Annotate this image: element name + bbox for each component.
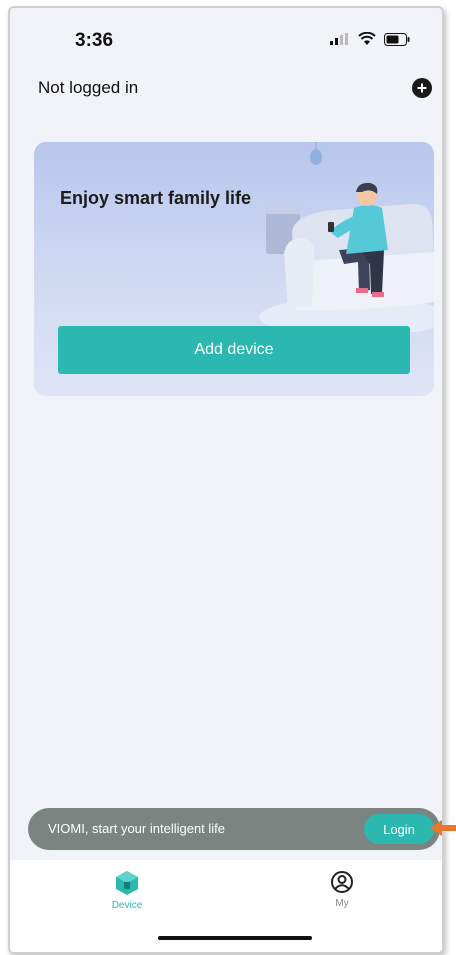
tab-device[interactable]: Device [87, 870, 167, 911]
login-status-title[interactable]: Not logged in [38, 78, 138, 98]
phone-screen: 3:36 Not logged in Enjoy smart family li… [8, 6, 444, 954]
add-device-button[interactable]: Add device [58, 326, 410, 374]
tab-my-label: My [335, 898, 349, 909]
plus-circle-icon [417, 83, 427, 93]
signal-icon [330, 33, 348, 45]
sofa-illustration [259, 142, 434, 332]
status-icons [330, 32, 410, 46]
annotation-arrow-icon [430, 820, 456, 836]
home-indicator [158, 936, 312, 940]
add-button[interactable] [412, 78, 432, 98]
bottom-tab-bar: Device My [10, 860, 442, 952]
battery-icon [384, 32, 410, 46]
user-icon [331, 871, 353, 893]
promo-title: Enjoy smart family life [60, 188, 252, 208]
banner-text: VIOMI, start your intelligent life [48, 821, 226, 836]
tab-my[interactable]: My [302, 870, 382, 909]
login-button[interactable]: Login [364, 814, 434, 844]
promo-card: Enjoy smart family life Add device [34, 142, 434, 396]
status-time: 3:36 [75, 30, 114, 51]
wifi-icon [358, 32, 376, 45]
status-bar: 3:36 [10, 8, 442, 68]
home-cube-icon [116, 871, 138, 895]
login-banner: VIOMI, start your intelligent life Login [28, 808, 440, 850]
tab-device-label: Device [111, 900, 143, 911]
